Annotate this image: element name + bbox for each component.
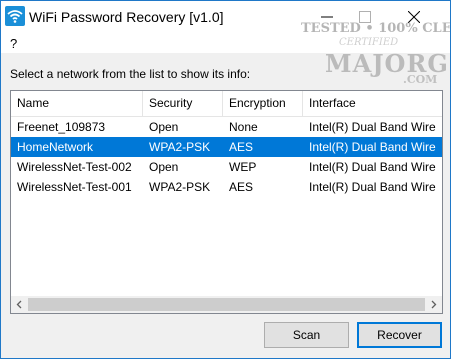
cell-security: Open (149, 120, 179, 134)
minimize-icon (321, 16, 333, 18)
table-row-selected[interactable]: HomeNetwork WPA2-PSK AES Intel(R) Dual B… (11, 137, 442, 157)
cell-encryption: WEP (229, 160, 257, 174)
column-header-interface[interactable]: Interface (303, 91, 442, 116)
window-title: WiFi Password Recovery [v1.0] (29, 9, 224, 25)
cell-interface: Intel(R) Dual Band Wire (309, 180, 436, 194)
instruction-label: Select a network from the list to show i… (10, 67, 251, 81)
recover-button[interactable]: Recover (357, 322, 442, 348)
table-row[interactable]: Freenet_109873 Open None Intel(R) Dual B… (11, 117, 442, 137)
minimize-button[interactable] (307, 1, 347, 33)
horizontal-scrollbar[interactable] (11, 296, 442, 313)
menu-bar: ? (1, 33, 450, 53)
close-icon (408, 11, 420, 23)
cell-security: Open (149, 160, 179, 174)
network-list[interactable]: Name Security Encryption Interface Freen… (10, 90, 443, 314)
table-row[interactable]: WirelessNet-Test-001 WPA2-PSK AES Intel(… (11, 177, 442, 197)
scan-button[interactable]: Scan (264, 322, 349, 348)
app-window: WiFi Password Recovery [v1.0] ? TESTED •… (0, 0, 451, 359)
column-header-name[interactable]: Name (11, 91, 143, 116)
cell-interface: Intel(R) Dual Band Wire (309, 140, 436, 154)
cell-security: WPA2-PSK (149, 180, 211, 194)
cell-name: HomeNetwork (17, 140, 94, 154)
cell-name: WirelessNet-Test-002 (17, 160, 132, 174)
wifi-icon (5, 6, 25, 26)
maximize-button[interactable] (345, 1, 385, 33)
cell-interface: Intel(R) Dual Band Wire (309, 120, 436, 134)
close-button[interactable] (394, 1, 434, 33)
watermark-line4: .COM (403, 73, 438, 86)
list-header: Name Security Encryption Interface (11, 91, 442, 117)
cell-encryption: AES (229, 180, 254, 194)
column-header-encryption[interactable]: Encryption (223, 91, 303, 116)
column-header-security[interactable]: Security (143, 91, 223, 116)
title-bar[interactable]: WiFi Password Recovery [v1.0] (1, 1, 450, 33)
scrollbar-thumb[interactable] (28, 298, 425, 311)
chevron-left-icon (16, 300, 22, 309)
maximize-icon (359, 11, 371, 23)
chevron-right-icon (431, 300, 437, 309)
cell-name: Freenet_109873 (17, 120, 106, 134)
scroll-right-button[interactable] (425, 296, 442, 313)
cell-name: WirelessNet-Test-001 (17, 180, 132, 194)
cell-security: WPA2-PSK (149, 140, 211, 154)
cell-interface: Intel(R) Dual Band Wire (309, 160, 436, 174)
menu-item-help[interactable]: ? (10, 36, 17, 51)
table-row[interactable]: WirelessNet-Test-002 Open WEP Intel(R) D… (11, 157, 442, 177)
watermark-line3: MAJORGEEKS (325, 49, 450, 78)
cell-encryption: None (229, 120, 258, 134)
cell-encryption: AES (229, 140, 254, 154)
scroll-left-button[interactable] (11, 296, 28, 313)
